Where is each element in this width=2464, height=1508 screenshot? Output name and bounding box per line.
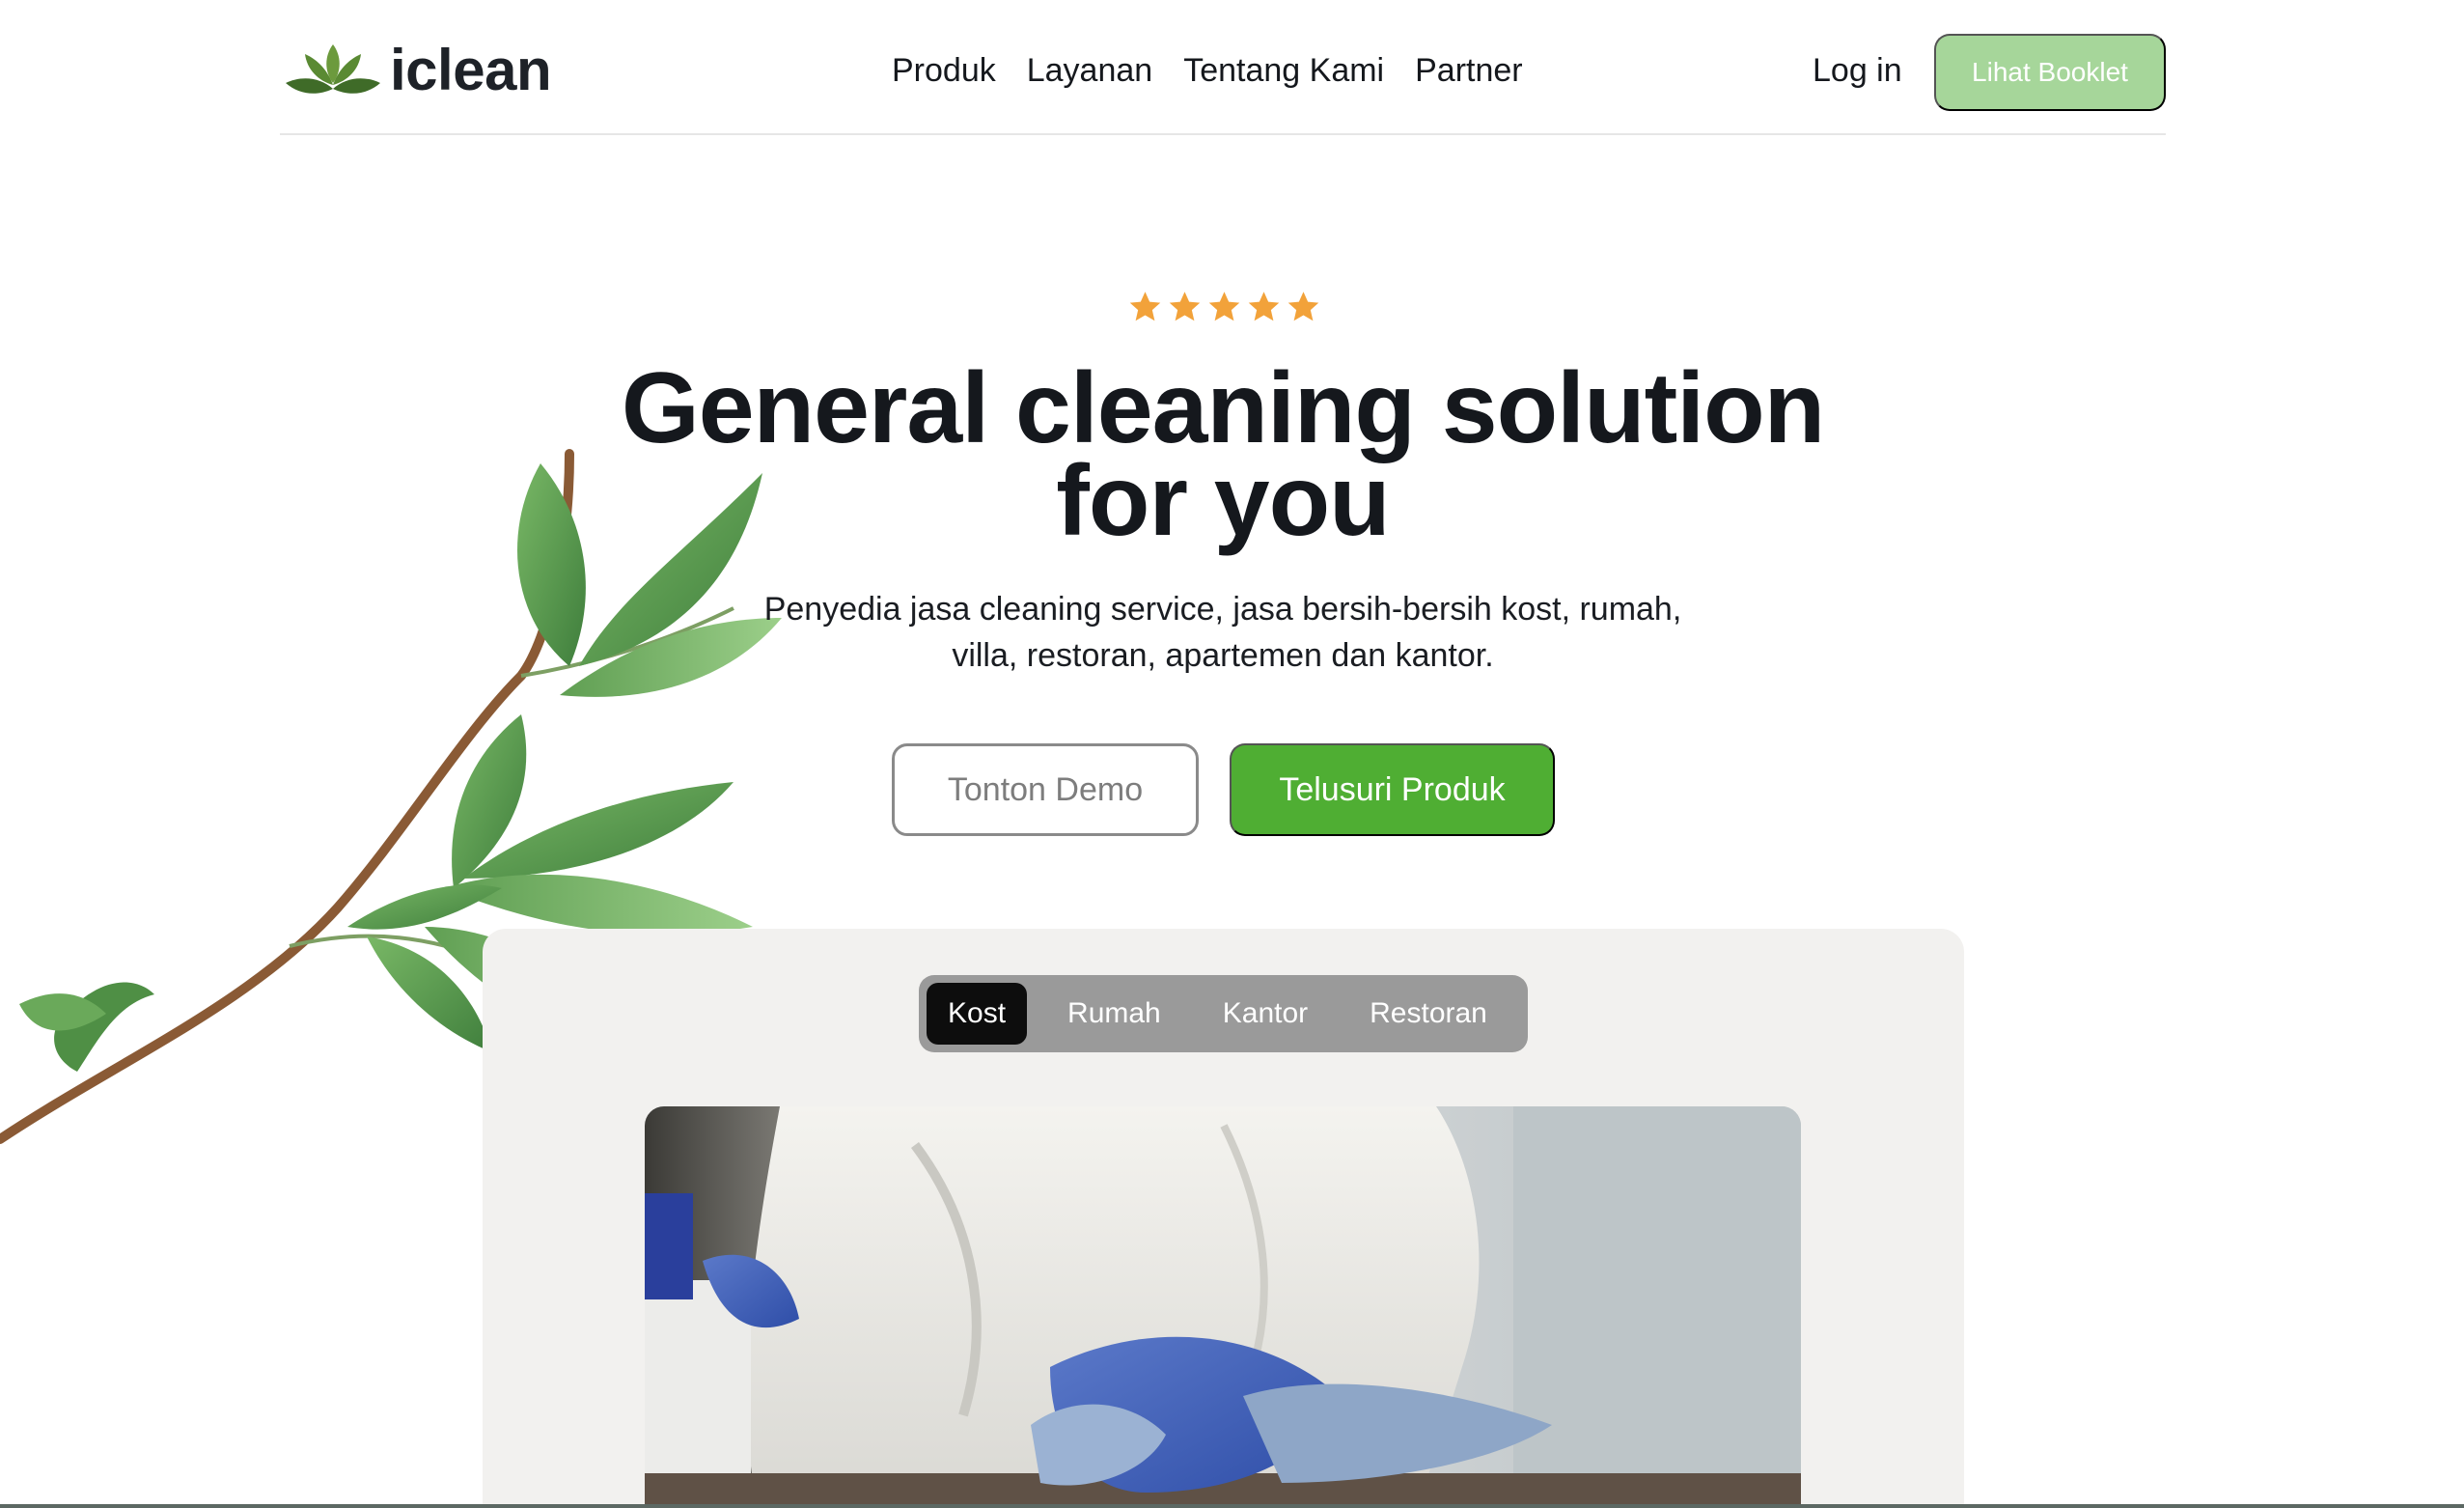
nav-item-tentang-kami[interactable]: Tentang Kami	[1183, 48, 1384, 93]
login-link[interactable]: Log in	[1813, 48, 1902, 93]
hero-subtitle-line2: villa, restoran, apartemen dan kantor.	[952, 637, 1494, 674]
star-icon	[1287, 292, 1319, 321]
category-tabs: Kost Rumah Kantor Restoran	[919, 975, 1528, 1052]
star-icon	[1129, 292, 1161, 321]
hero-title: General cleaning solution for you	[521, 358, 1924, 551]
explore-products-button[interactable]: Telusuri Produk	[1230, 743, 1555, 836]
nav-item-layanan[interactable]: Layanan	[1027, 48, 1152, 93]
tab-kost[interactable]: Kost	[927, 983, 1028, 1045]
booklet-button[interactable]: Lihat Booklet	[1934, 34, 2166, 111]
site-header: iclean Produk Layanan Tentang Kami Partn…	[280, 0, 2166, 135]
star-icon	[1248, 292, 1280, 321]
watch-demo-button[interactable]: Tonton Demo	[892, 743, 1199, 836]
brand-logo[interactable]: iclean	[284, 37, 552, 104]
nav-item-partner[interactable]: Partner	[1415, 48, 1523, 93]
window-bottom-edge	[0, 1504, 2464, 1508]
landing-page: iclean Produk Layanan Tentang Kami Partn…	[0, 0, 2464, 1508]
rating-stars	[1127, 290, 1321, 324]
hero-title-line2: for you	[1056, 445, 1390, 557]
tab-rumah[interactable]: Rumah	[1046, 983, 1182, 1045]
hero-subtitle-line1: Penyedia jasa cleaning service, jasa ber…	[763, 591, 1682, 628]
hero-subtitle: Penyedia jasa cleaning service, jasa ber…	[714, 586, 1731, 679]
lotus-leaf-icon	[286, 44, 380, 94]
nav-item-produk[interactable]: Produk	[892, 48, 996, 93]
star-icon	[1208, 292, 1240, 321]
main-nav: Produk Layanan Tentang Kami Partner	[892, 48, 1523, 93]
tab-kantor[interactable]: Kantor	[1202, 983, 1329, 1045]
cleaner-wiping-table-image	[645, 1106, 1801, 1508]
tab-restoran[interactable]: Restoran	[1348, 983, 1509, 1045]
star-icon	[1169, 292, 1201, 321]
brand-name: iclean	[390, 38, 552, 102]
